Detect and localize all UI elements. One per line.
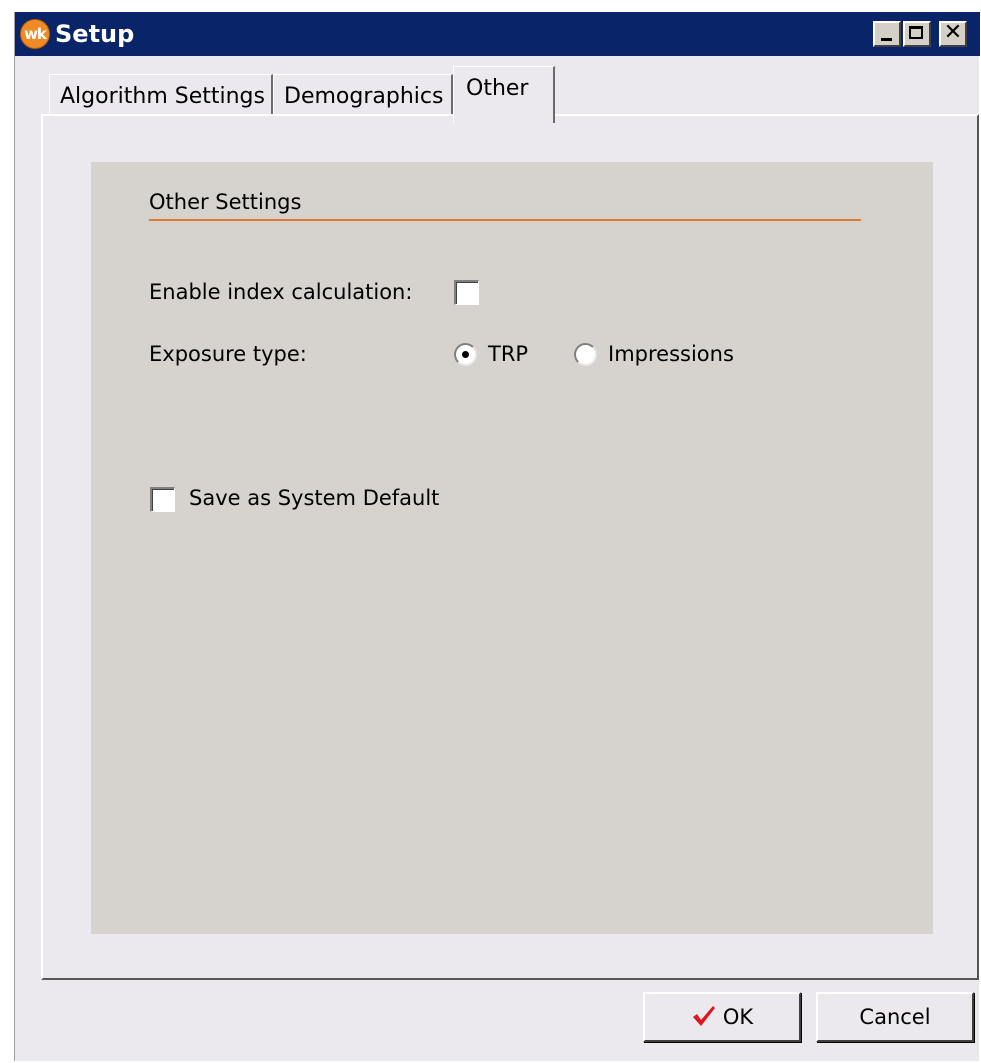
setup-window: wk Setup ✕ Algorithm Settings Demographi… xyxy=(14,12,980,1061)
ok-button-label: OK xyxy=(722,1005,754,1029)
maximize-icon xyxy=(909,26,923,39)
exposure-trp-label[interactable]: TRP xyxy=(488,340,528,368)
exposure-type-label: Exposure type: xyxy=(149,342,307,366)
section-title: Other Settings xyxy=(149,190,302,214)
save-system-default-label[interactable]: Save as System Default xyxy=(189,484,439,512)
enable-index-checkbox[interactable] xyxy=(454,280,479,305)
maximize-button[interactable] xyxy=(903,21,931,47)
other-settings-panel: Other Settings Enable index calculation:… xyxy=(91,162,933,934)
tab-other[interactable]: Other xyxy=(453,66,555,123)
close-icon: ✕ xyxy=(943,20,963,45)
exposure-impressions-label[interactable]: Impressions xyxy=(608,340,734,368)
close-button[interactable]: ✕ xyxy=(939,20,967,47)
check-icon xyxy=(692,1006,715,1026)
exposure-trp-radio[interactable] xyxy=(454,343,477,366)
radio-selected-dot xyxy=(462,351,469,358)
section-divider xyxy=(149,219,861,221)
tab-panel-other: Other Settings Enable index calculation:… xyxy=(41,114,979,980)
cancel-button[interactable]: Cancel xyxy=(816,992,974,1042)
exposure-impressions-radio[interactable] xyxy=(574,343,597,366)
enable-index-label: Enable index calculation: xyxy=(149,280,413,304)
minimize-button[interactable] xyxy=(873,21,901,47)
minimize-icon xyxy=(881,38,892,41)
app-logo-icon: wk xyxy=(20,19,50,49)
title-bar[interactable]: wk Setup ✕ xyxy=(15,12,980,56)
ok-button[interactable]: OK xyxy=(643,992,801,1042)
window-title: Setup xyxy=(55,20,135,48)
save-system-default-checkbox[interactable] xyxy=(150,487,175,512)
